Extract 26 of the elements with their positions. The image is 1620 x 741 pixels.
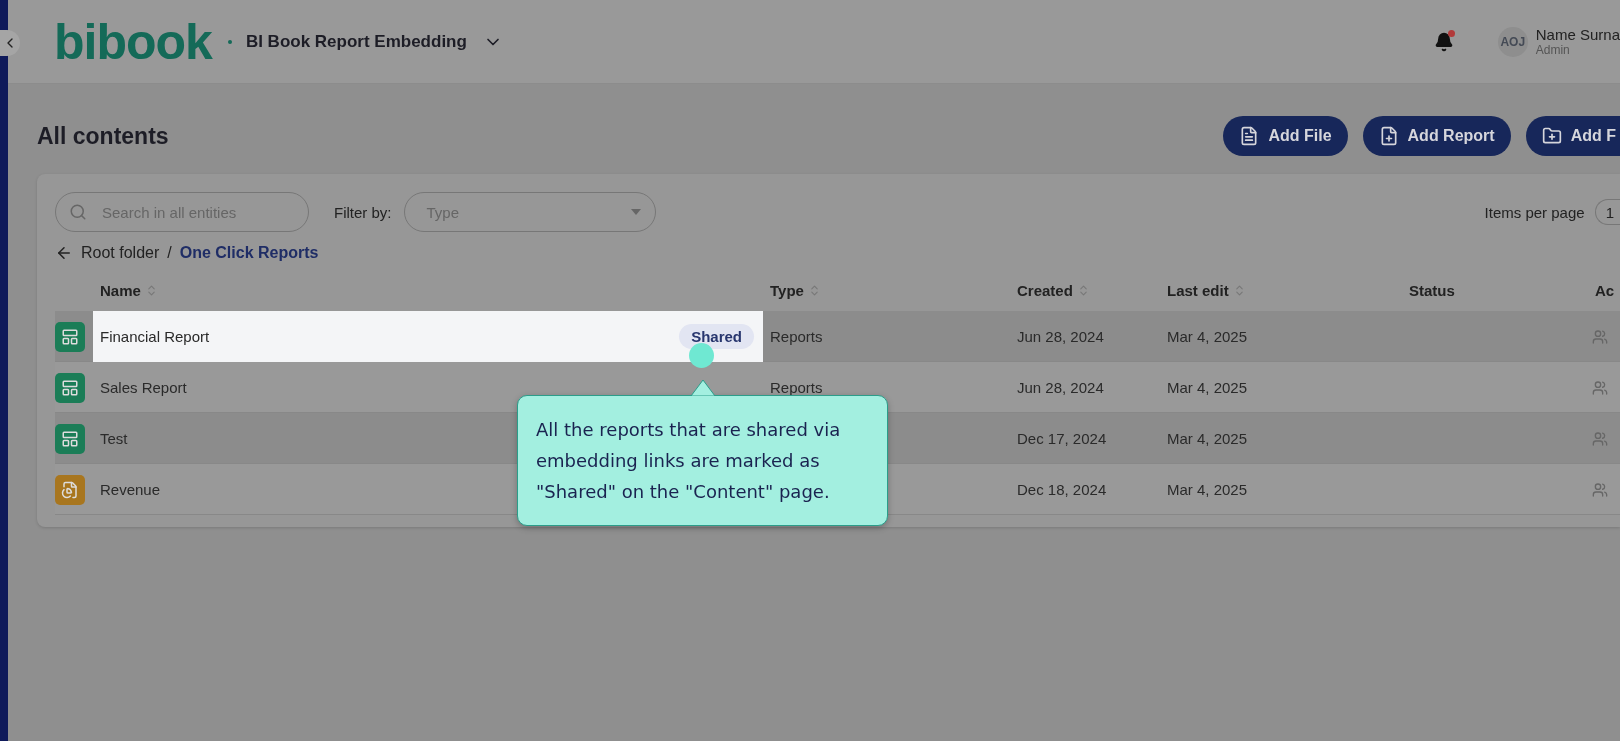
- column-header: Ac: [1594, 282, 1616, 299]
- shared-badge: Shared: [679, 324, 754, 349]
- created-cell-text: Dec 18, 2024: [1016, 481, 1108, 498]
- page-title: All contents: [37, 122, 169, 150]
- breadcrumb-separator: /: [167, 244, 172, 262]
- item-name: Test: [100, 430, 128, 447]
- user-name: Name Surna: [1535, 26, 1620, 43]
- last-edit-cell-text: Mar 4, 2025: [1166, 328, 1249, 345]
- created-cell-text: Jun 28, 2024: [1016, 328, 1105, 345]
- column-header: Status: [1408, 282, 1456, 299]
- item-name: Financial Report: [100, 328, 210, 345]
- created-cell-text: Jun 28, 2024: [1016, 379, 1105, 396]
- created-cell-text: Dec 17, 2024: [1016, 430, 1108, 447]
- logo: bibook: [54, 12, 212, 71]
- tooltip: All the reports that are shared via embedding links are marked as "Shared" on the "Content" page.: [517, 395, 888, 526]
- last-edit-cell-text: Mar 4, 2025: [1166, 481, 1249, 498]
- type-cell-text: Reports: [769, 379, 824, 396]
- item-name: Revenue: [100, 481, 161, 498]
- user-role: Admin: [1535, 43, 1570, 57]
- filter-label: Filter by:: [334, 203, 392, 221]
- last-edit-cell-text: Mar 4, 2025: [1166, 379, 1249, 396]
- breadcrumb-current: One Click Reports: [179, 244, 319, 262]
- type-cell-text: Reports: [769, 328, 824, 345]
- last-edit-cell-text: Mar 4, 2025: [1166, 430, 1249, 447]
- items-per-page-label: Items per page: [1484, 203, 1585, 221]
- item-name: Sales Report: [100, 379, 187, 396]
